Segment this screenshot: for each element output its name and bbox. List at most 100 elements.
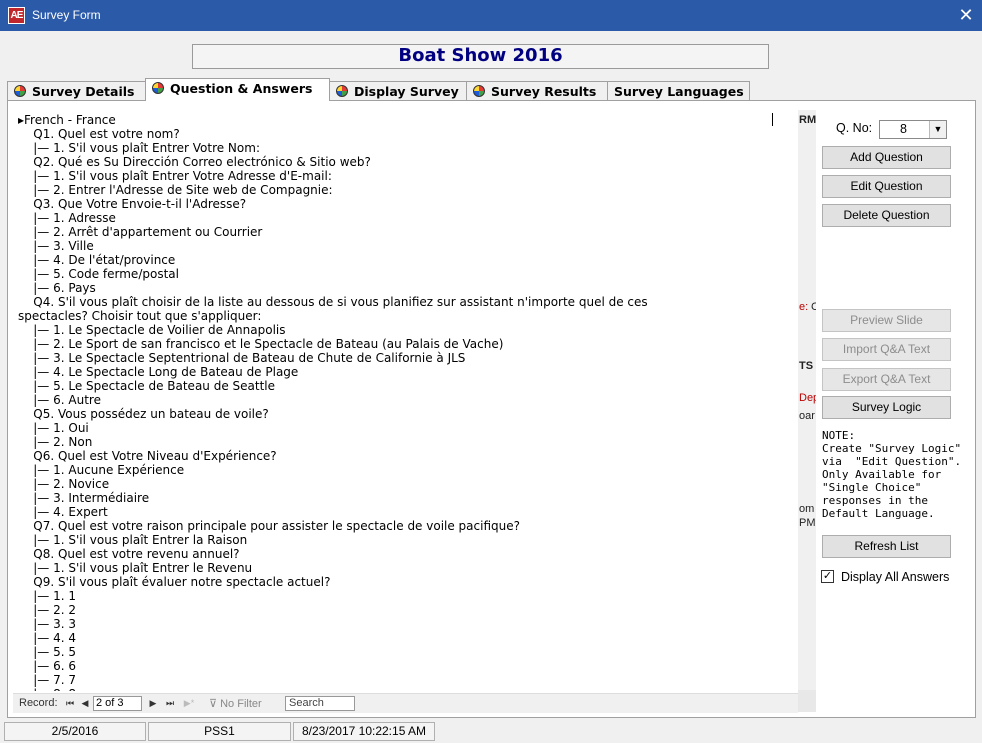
tree-item[interactable]: Q6. Quel est Votre Niveau d'Expérience? [18, 449, 276, 463]
survey-ball-icon [336, 85, 348, 97]
edit-question-button[interactable]: Edit Question [822, 175, 951, 198]
tree-item[interactable]: |— 5. 5 [18, 645, 76, 659]
add-question-button[interactable]: Add Question [822, 146, 951, 169]
last-record-icon[interactable]: ⏭ [164, 696, 176, 710]
tab-label: Display Survey [354, 84, 459, 99]
hint-fragment: PM [799, 517, 816, 529]
survey-ball-icon [152, 82, 164, 94]
tree-item[interactable]: |— 5. Code ferme/postal [18, 267, 179, 281]
record-label: Record: [19, 697, 58, 709]
tree-item[interactable]: |— 1. Adresse [18, 211, 116, 225]
checkmark-icon[interactable]: ✓ [821, 570, 834, 583]
display-all-answers-label: Display All Answers [841, 570, 950, 584]
tree-item[interactable]: |— 6. Pays [18, 281, 96, 295]
tree-item[interactable]: |— 4. Expert [18, 505, 107, 519]
tree-item[interactable]: |— 1. Aucune Expérience [18, 463, 184, 477]
text-cursor [772, 113, 773, 126]
background-field-fragments: RM e: C TS Dep oar om PM [798, 110, 816, 690]
tree-item[interactable]: spectacles? Choisir tout que s'appliquer… [18, 309, 261, 323]
tree-item[interactable]: Q8. Quel est votre revenu annuel? [18, 547, 239, 561]
survey-ball-icon [14, 85, 26, 97]
tree-item[interactable]: |— 4. Le Spectacle Long de Bateau de Pla… [18, 365, 298, 379]
hint-fragment: oar [799, 410, 815, 422]
tree-item[interactable]: |— 1. S'il vous plaît Entrer Votre Nom: [18, 141, 260, 155]
hint-fragment: C [811, 301, 816, 313]
tree-item[interactable]: |— 3. Ville [18, 239, 93, 253]
tab-label: Question & Answers [170, 81, 313, 96]
record-navigator: Record: ⏮ ◀ 2 of 3 ▶ ⏭ ▶* ⊽ No Filter Se… [13, 693, 798, 713]
tree-item[interactable]: |— 1. Oui [18, 421, 89, 435]
current-record-field[interactable]: 2 of 3 [93, 696, 142, 711]
tree-item[interactable]: |— 3. 3 [18, 617, 76, 631]
tree-item[interactable]: |— 1. S'il vous plaît Entrer Votre Adres… [18, 169, 332, 183]
tree-item[interactable]: Q9. S'il vous plaît évaluer notre specta… [18, 575, 330, 589]
tree-item[interactable]: |— 6. Autre [18, 393, 101, 407]
tab-label: Survey Details [32, 84, 135, 99]
status-timestamp: 8/23/2017 10:22:15 AM [293, 722, 435, 741]
tree-item[interactable]: Q3. Que Votre Envoie-t-il l'Adresse? [18, 197, 246, 211]
hint-fragment: RM [799, 114, 816, 126]
hint-fragment: om [799, 503, 815, 515]
first-record-icon[interactable]: ⏮ [64, 696, 76, 710]
export-qa-text-button[interactable]: Export Q&A Text [822, 368, 951, 391]
window-title: Survey Form [32, 8, 101, 22]
tree-item[interactable]: |— 1. 1 [18, 589, 76, 603]
tree-item[interactable]: ▸French - France [18, 113, 116, 127]
tree-item[interactable]: |— 1. S'il vous plaît Entrer la Raison [18, 533, 247, 547]
window-title-bar: AE Survey Form ✕ [0, 0, 982, 31]
import-qa-text-button[interactable]: Import Q&A Text [822, 338, 951, 361]
previous-record-icon[interactable]: ◀ [79, 696, 91, 710]
tree-item[interactable]: |— 2. Entrer l'Adresse de Site web de Co… [18, 183, 332, 197]
tree-item[interactable]: |— 3. Le Spectacle Septentrional de Bate… [18, 351, 465, 365]
tree-item[interactable]: |— 2. Le Sport de san francisco et le Sp… [18, 337, 503, 351]
tree-item[interactable]: |— 1. S'il vous plaît Entrer le Revenu [18, 561, 252, 575]
tab-survey-languages[interactable]: Survey Languages [607, 81, 750, 101]
filter-icon: ⊽ [209, 698, 221, 710]
tab-display-survey[interactable]: Display Survey [329, 81, 467, 101]
tree-item[interactable]: |— 6. 6 [18, 659, 76, 673]
tree-item[interactable]: Q1. Quel est votre nom? [18, 127, 179, 141]
refresh-list-button[interactable]: Refresh List [822, 535, 951, 558]
no-filter-button[interactable]: ⊽ No Filter [209, 697, 262, 710]
delete-question-button[interactable]: Delete Question [822, 204, 951, 227]
hint-fragment: e: [799, 301, 809, 313]
tree-item[interactable]: |— 8. 8 [18, 687, 76, 691]
tab-survey-details[interactable]: Survey Details [7, 81, 146, 101]
tree-item[interactable]: |— 4. 4 [18, 631, 76, 645]
tree-item[interactable]: Q7. Quel est votre raison principale pou… [18, 519, 520, 533]
tree-item[interactable]: |— 5. Le Spectacle de Bateau de Seattle [18, 379, 275, 393]
status-bar: 2/5/2016 PSS1 8/23/2017 10:22:15 AM [1, 720, 981, 743]
tree-item[interactable]: |— 3. Intermédiaire [18, 491, 149, 505]
hint-fragment: Dep [799, 392, 816, 404]
question-number-label: Q. No: [836, 121, 873, 135]
tree-item[interactable]: |— 2. 2 [18, 603, 76, 617]
tree-item[interactable]: |— 2. Novice [18, 477, 109, 491]
question-answer-tree[interactable]: ▸French - France Q1. Quel est votre nom?… [8, 110, 798, 691]
survey-title: Boat Show 2016 [192, 44, 769, 69]
question-number-value: 8 [900, 122, 907, 136]
chevron-down-icon[interactable]: ▼ [929, 121, 946, 138]
record-search-input[interactable]: Search [285, 696, 355, 711]
status-user: PSS1 [148, 722, 291, 741]
tab-survey-results[interactable]: Survey Results [466, 81, 608, 101]
tab-label: Survey Results [491, 84, 597, 99]
tree-item[interactable]: |— 4. De l'état/province [18, 253, 175, 267]
hint-fragment: TS [799, 360, 814, 372]
close-icon[interactable]: ✕ [956, 4, 976, 26]
filter-label: No Filter [220, 698, 262, 710]
tree-item[interactable]: Q2. Qué es Su Dirección Correo electróni… [18, 155, 371, 169]
next-record-icon[interactable]: ▶ [147, 696, 159, 710]
tree-item[interactable]: |— 2. Non [18, 435, 92, 449]
tab-question-answers[interactable]: Question & Answers [145, 78, 330, 101]
tree-item[interactable]: Q4. S'il vous plaît choisir de la liste … [18, 295, 647, 309]
survey-ball-icon [473, 85, 485, 97]
tree-item[interactable]: |— 1. Le Spectacle de Voilier de Annapol… [18, 323, 285, 337]
tree-item[interactable]: |— 2. Arrêt d'appartement ou Courrier [18, 225, 262, 239]
tree-item[interactable]: |— 7. 7 [18, 673, 76, 687]
survey-logic-button[interactable]: Survey Logic [822, 396, 951, 419]
new-record-icon[interactable]: ▶* [181, 696, 197, 710]
tree-item[interactable]: Q5. Vous possédez un bateau de voile? [18, 407, 269, 421]
app-logo-icon: AE [8, 7, 25, 24]
status-date: 2/5/2016 [4, 722, 146, 741]
preview-slide-button[interactable]: Preview Slide [822, 309, 951, 332]
